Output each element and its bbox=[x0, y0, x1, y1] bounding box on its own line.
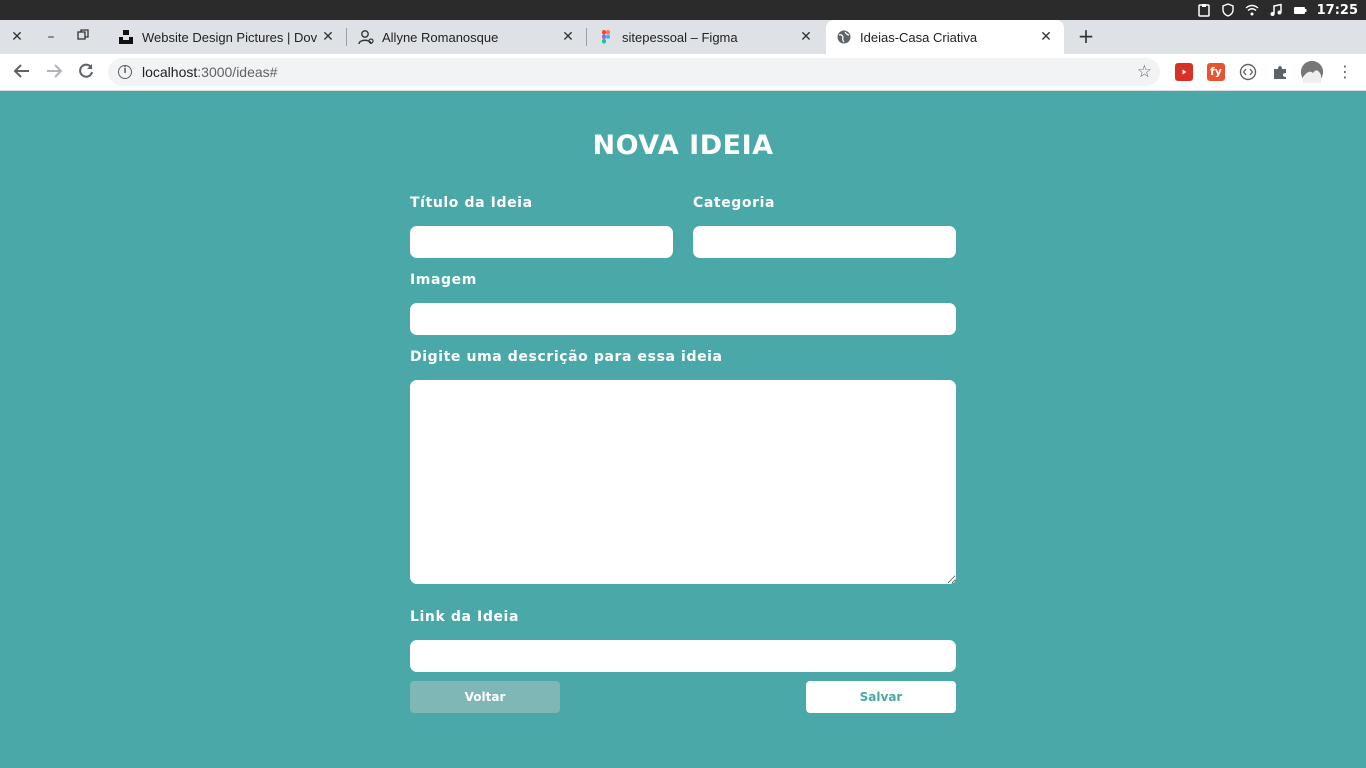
idea-title-input[interactable] bbox=[410, 226, 673, 258]
category-input[interactable] bbox=[693, 226, 956, 258]
youtube-ext-icon[interactable] bbox=[1175, 63, 1193, 81]
menu-kebab-icon[interactable]: ⋮ bbox=[1335, 62, 1355, 82]
description-textarea[interactable] bbox=[410, 380, 956, 584]
profile-avatar[interactable] bbox=[1301, 61, 1323, 83]
tab-allyne[interactable]: Allyne Romanosque ✕ bbox=[348, 20, 586, 54]
tab-unsplash[interactable]: Website Design Pictures | Dov ✕ bbox=[110, 20, 346, 54]
wifi-icon[interactable] bbox=[1245, 3, 1259, 17]
puzzle-icon[interactable] bbox=[1271, 63, 1289, 81]
close-tab-icon[interactable]: ✕ bbox=[1038, 29, 1054, 45]
music-icon[interactable] bbox=[1269, 3, 1283, 17]
shield-icon[interactable] bbox=[1221, 3, 1235, 17]
tab-separator bbox=[346, 28, 347, 46]
close-window-icon[interactable]: ✕ bbox=[9, 29, 25, 45]
tab-title: Allyne Romanosque bbox=[382, 29, 499, 45]
page-title: NOVA IDEIA bbox=[592, 130, 774, 161]
reload-icon[interactable] bbox=[76, 62, 96, 82]
browser-toolbar: i localhost:3000/ideas# ☆ fy ⋮ bbox=[0, 54, 1366, 91]
system-tray: 17:25 bbox=[1197, 0, 1358, 20]
tab-figma[interactable]: sitepessoal – Figma ✕ bbox=[588, 20, 824, 54]
clock[interactable]: 17:25 bbox=[1317, 3, 1358, 18]
url-text[interactable]: localhost:3000/ideas# bbox=[142, 64, 277, 80]
tab-title: Ideias-Casa Criativa bbox=[860, 29, 978, 45]
link-label: Link da Ideia bbox=[410, 609, 519, 625]
tab-ideias[interactable]: Ideias-Casa Criativa ✕ bbox=[826, 20, 1064, 54]
clipboard-icon[interactable] bbox=[1197, 3, 1211, 17]
new-tab-icon[interactable]: + bbox=[1076, 26, 1096, 46]
minimize-icon[interactable]: – bbox=[43, 29, 59, 45]
close-tab-icon[interactable]: ✕ bbox=[560, 29, 576, 45]
code-ext-icon[interactable] bbox=[1239, 63, 1257, 81]
idea-link-input[interactable] bbox=[410, 640, 956, 672]
category-label: Categoria bbox=[693, 195, 776, 211]
close-tab-icon[interactable]: ✕ bbox=[798, 29, 814, 45]
person-icon bbox=[358, 29, 374, 45]
description-label: Digite uma descrição para essa ideia bbox=[410, 349, 723, 365]
figma-icon bbox=[598, 29, 614, 45]
restore-icon[interactable] bbox=[75, 29, 91, 45]
address-bar[interactable]: i localhost:3000/ideas# ☆ bbox=[108, 58, 1160, 86]
save-button[interactable]: Salvar bbox=[806, 681, 956, 713]
close-tab-icon[interactable]: ✕ bbox=[320, 29, 336, 45]
tab-title: Website Design Pictures | Dov bbox=[142, 29, 318, 45]
info-icon[interactable]: i bbox=[118, 65, 132, 79]
globe-icon bbox=[836, 29, 852, 45]
os-top-bar: 17:25 bbox=[0, 0, 1366, 20]
battery-icon[interactable] bbox=[1293, 3, 1307, 17]
bookmark-star-icon[interactable]: ☆ bbox=[1137, 62, 1152, 82]
tab-title: sitepessoal – Figma bbox=[622, 29, 738, 45]
forward-icon[interactable] bbox=[44, 62, 64, 82]
image-url-input[interactable] bbox=[410, 303, 956, 335]
page-content: NOVA IDEIA Título da Ideia Categoria Ima… bbox=[0, 92, 1366, 768]
tab-strip: ✕ – Website Design Pictures | Dov ✕ Ally… bbox=[0, 20, 1366, 54]
unsplash-icon bbox=[118, 29, 134, 45]
back-icon[interactable] bbox=[12, 62, 32, 82]
tab-separator bbox=[586, 28, 587, 46]
image-label: Imagem bbox=[410, 272, 477, 288]
fy-ext-icon[interactable]: fy bbox=[1207, 63, 1225, 81]
title-label: Título da Ideia bbox=[410, 195, 533, 211]
back-button[interactable]: Voltar bbox=[410, 681, 560, 713]
